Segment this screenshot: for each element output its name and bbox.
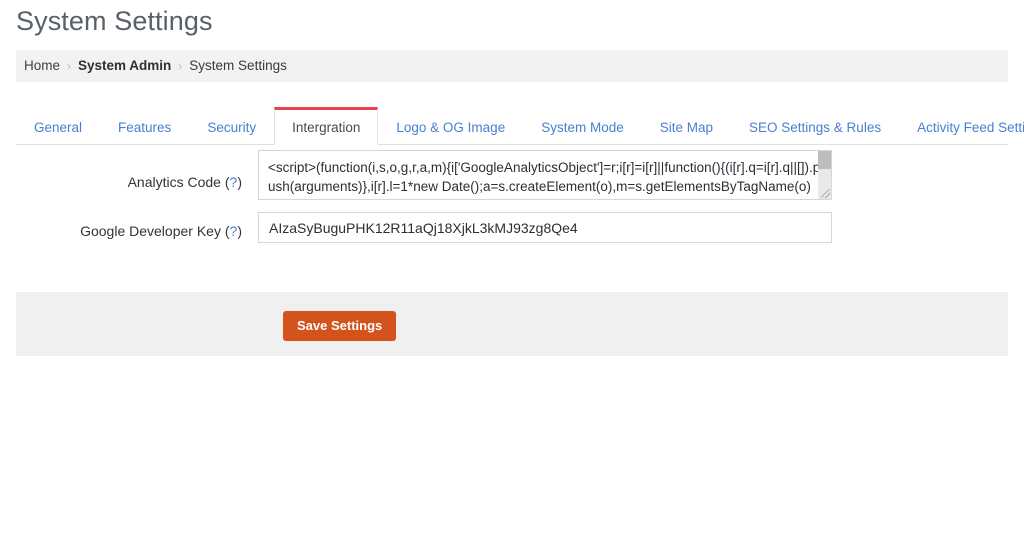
save-settings-button[interactable]: Save Settings (283, 311, 397, 341)
integration-settings-form: Analytics Code (?) <script>(function(i,s… (0, 150, 1024, 255)
breadcrumb: Home › System Admin › System Settings (16, 50, 1008, 82)
tab-system-mode[interactable]: System Mode (523, 109, 642, 145)
breadcrumb-item-system-admin[interactable]: System Admin (78, 50, 171, 82)
breadcrumb-item-home[interactable]: Home (24, 50, 60, 82)
tab-general[interactable]: General (16, 109, 100, 145)
tab-features[interactable]: Features (100, 109, 189, 145)
developer-key-input[interactable] (258, 212, 832, 243)
system-settings-page: System Settings Home › System Admin › Sy… (0, 0, 1024, 533)
breadcrumb-separator-icon: › (67, 59, 72, 73)
settings-tab-bar: General Features Security Intergration L… (16, 107, 1024, 145)
tab-security[interactable]: Security (189, 109, 274, 145)
breadcrumb-separator-icon: › (178, 59, 183, 73)
analytics-code-label-text: Analytics Code (127, 174, 221, 190)
developer-key-label: Google Developer Key (?) (0, 212, 258, 241)
developer-key-row: Google Developer Key (?) (0, 212, 1024, 243)
form-actions-panel: Save Settings (16, 292, 1008, 356)
resize-handle-icon[interactable] (821, 189, 830, 198)
analytics-code-textarea[interactable]: <script>(function(i,s,o,g,r,a,m){i['Goog… (258, 150, 832, 200)
developer-key-help-close: ) (237, 223, 242, 239)
tab-logo-og-image[interactable]: Logo & OG Image (378, 109, 523, 145)
developer-key-label-text: Google Developer Key (80, 223, 221, 239)
tab-activity-feed-settings[interactable]: Activity Feed Settings (899, 109, 1024, 145)
analytics-code-scrollbar-thumb[interactable] (818, 151, 831, 169)
analytics-code-help-close: ) (237, 174, 242, 190)
page-title: System Settings (16, 6, 213, 36)
analytics-code-row: Analytics Code (?) <script>(function(i,s… (0, 150, 1024, 200)
analytics-code-field-wrap: <script>(function(i,s,o,g,r,a,m){i['Goog… (258, 150, 832, 200)
tab-seo-settings-rules[interactable]: SEO Settings & Rules (731, 109, 899, 145)
breadcrumb-item-system-settings: System Settings (189, 58, 287, 73)
analytics-code-label: Analytics Code (?) (0, 150, 258, 192)
tab-site-map[interactable]: Site Map (642, 109, 731, 145)
tab-intergration[interactable]: Intergration (274, 107, 379, 145)
